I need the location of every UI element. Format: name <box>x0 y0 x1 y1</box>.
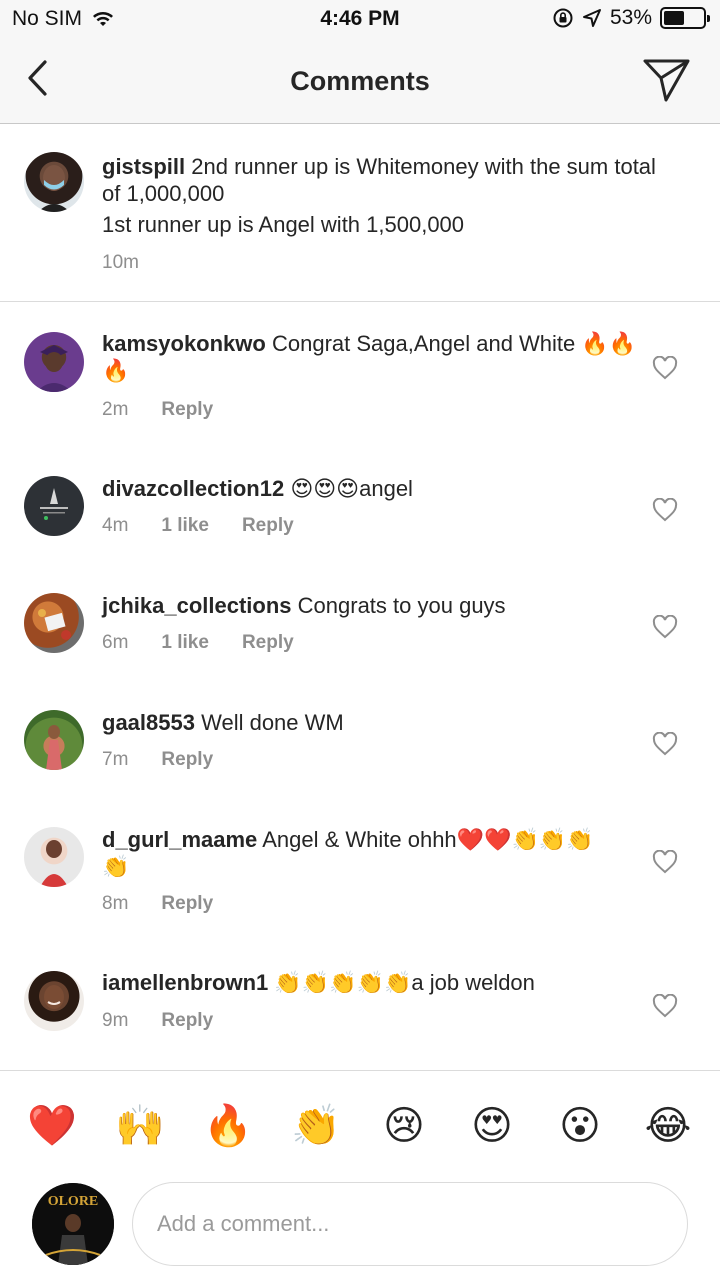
avatar[interactable] <box>24 332 84 392</box>
rotation-lock-icon <box>553 8 573 28</box>
location-arrow-icon <box>582 9 601 27</box>
portrait-photo-icon <box>44 985 64 1009</box>
avatar[interactable] <box>24 710 84 770</box>
surprised-face-emoji[interactable]: 😮 <box>550 1103 610 1149</box>
comment-item: gaal8553 Well done WM 7m Reply <box>0 682 720 799</box>
outdoor-photo-icon <box>46 725 62 770</box>
reply-button[interactable]: Reply <box>242 515 294 537</box>
comment-username[interactable]: kamsyokonkwo <box>102 331 266 356</box>
comment-message: 😍😍😍angel <box>290 476 413 501</box>
comment-time: 8m <box>102 893 129 914</box>
raising-hands-emoji[interactable]: 🙌 <box>110 1102 170 1149</box>
avatar[interactable] <box>24 476 84 536</box>
avatar[interactable] <box>24 827 84 887</box>
status-bar: No SIM 4:46 PM 53% <box>0 0 720 40</box>
comment-meta: 4m 1 like Reply <box>102 515 294 537</box>
tears-of-joy-emoji[interactable]: 😂 <box>638 1103 698 1149</box>
avatar[interactable] <box>24 971 84 1031</box>
comment-message: Congrats to you guys <box>297 593 506 618</box>
comment-time: 6m <box>102 632 129 653</box>
fire-emoji[interactable]: 🔥 <box>198 1102 258 1149</box>
clapping-hands-emoji[interactable]: 👏 <box>286 1102 346 1149</box>
crying-face-emoji[interactable]: 😢 <box>374 1103 434 1149</box>
comment-meta: 9m Reply <box>102 1010 213 1032</box>
comment-username[interactable]: divazcollection12 <box>102 476 284 501</box>
comment-text: divazcollection12 😍😍😍angel <box>102 475 662 502</box>
mask-face-icon <box>38 165 70 212</box>
comment-time: 7m <box>102 749 129 770</box>
heart-icon[interactable] <box>652 850 678 874</box>
comment-message: Well done WM <box>201 710 344 735</box>
avatar[interactable] <box>24 593 84 653</box>
reply-button[interactable]: Reply <box>161 1010 213 1032</box>
caption-text: gistspill 2nd runner up is Whitemoney wi… <box>102 153 662 238</box>
likes-count[interactable]: 1 like <box>161 515 209 537</box>
comment-item: kamsyokonkwo Congrat Saga,Angel and Whit… <box>0 302 720 442</box>
battery-fill <box>664 11 685 25</box>
comment-item: jchika_collections Congrats to you guys … <box>0 565 720 682</box>
avatar-logo-text: OLORE <box>48 1194 99 1209</box>
comment-text: d_gurl_maame Angel & White ohhh❤️❤️👏👏👏👏 <box>102 826 602 880</box>
caption-line2: 1st runner up is Angel with 1,500,000 <box>102 212 465 237</box>
heart-icon[interactable] <box>652 498 678 522</box>
heart-eyes-emoji[interactable]: 😍 <box>462 1103 522 1149</box>
caption-line1: 2nd runner up is Whitemoney with the sum… <box>102 154 656 206</box>
nav-bar: Comments <box>0 40 720 124</box>
logo-avatar-icon <box>40 488 68 520</box>
caption: gistspill 2nd runner up is Whitemoney wi… <box>0 124 720 302</box>
comment-input[interactable] <box>132 1182 688 1266</box>
comment-meta: 8m Reply <box>102 893 213 915</box>
comment-username[interactable]: jchika_collections <box>102 593 292 618</box>
battery-percent: 53% <box>609 6 652 29</box>
caption-username[interactable]: gistspill <box>102 154 185 179</box>
comment-username[interactable]: gaal8553 <box>102 710 195 735</box>
comment-text: jchika_collections Congrats to you guys <box>102 592 662 619</box>
profile-logo-icon: OLORE <box>32 1183 114 1265</box>
caption-time: 10m <box>102 252 139 273</box>
emoji-bar: ❤️ 🙌 🔥 👏 😢 😍 😮 😂 <box>0 1070 720 1180</box>
heart-icon[interactable] <box>652 356 678 380</box>
heart-icon[interactable] <box>652 615 678 639</box>
red-heart-emoji[interactable]: ❤️ <box>22 1102 82 1149</box>
heart-icon[interactable] <box>652 732 678 756</box>
comment-text: kamsyokonkwo Congrat Saga,Angel and Whit… <box>102 330 662 384</box>
reply-button[interactable]: Reply <box>161 749 213 771</box>
comment-item: d_gurl_maame Angel & White ohhh❤️❤️👏👏👏👏 … <box>0 799 720 943</box>
comment-time: 9m <box>102 1010 129 1031</box>
status-right: 53% <box>552 6 710 30</box>
comment-username[interactable]: d_gurl_maame <box>102 827 257 852</box>
comment-text: gaal8553 Well done WM <box>102 709 662 736</box>
fabric-photo-icon <box>38 609 71 640</box>
comment-meta: 6m 1 like Reply <box>102 632 294 654</box>
graduate-photo-icon <box>36 345 72 392</box>
comment-time: 4m <box>102 515 129 536</box>
comment-message: 👏👏👏👏👏a job weldon <box>274 970 535 995</box>
battery-icon <box>660 7 710 29</box>
heart-icon[interactable] <box>652 994 678 1018</box>
comment-composer: OLORE <box>0 1180 720 1280</box>
comment-item: divazcollection12 😍😍😍angel 4m 1 like Rep… <box>0 448 720 565</box>
portrait-photo-icon <box>40 840 68 887</box>
page-title: Comments <box>290 66 430 96</box>
reply-button[interactable]: Reply <box>161 893 213 915</box>
comment-meta: 7m Reply <box>102 749 213 771</box>
reply-button[interactable]: Reply <box>161 399 213 421</box>
reply-button[interactable]: Reply <box>242 632 294 654</box>
likes-count[interactable]: 1 like <box>161 632 209 654</box>
comment-text: iamellenbrown1 👏👏👏👏👏a job weldon <box>102 969 662 996</box>
paper-plane-icon[interactable] <box>642 54 692 104</box>
caption-meta: 10m <box>102 252 139 274</box>
my-avatar[interactable]: OLORE <box>32 1183 114 1265</box>
avatar[interactable] <box>24 152 84 212</box>
comment-time: 2m <box>102 399 129 420</box>
comment-username[interactable]: iamellenbrown1 <box>102 970 268 995</box>
comment-item: iamellenbrown1 👏👏👏👏👏a job weldon 9m Repl… <box>0 943 720 1070</box>
comment-meta: 2m Reply <box>102 399 213 421</box>
